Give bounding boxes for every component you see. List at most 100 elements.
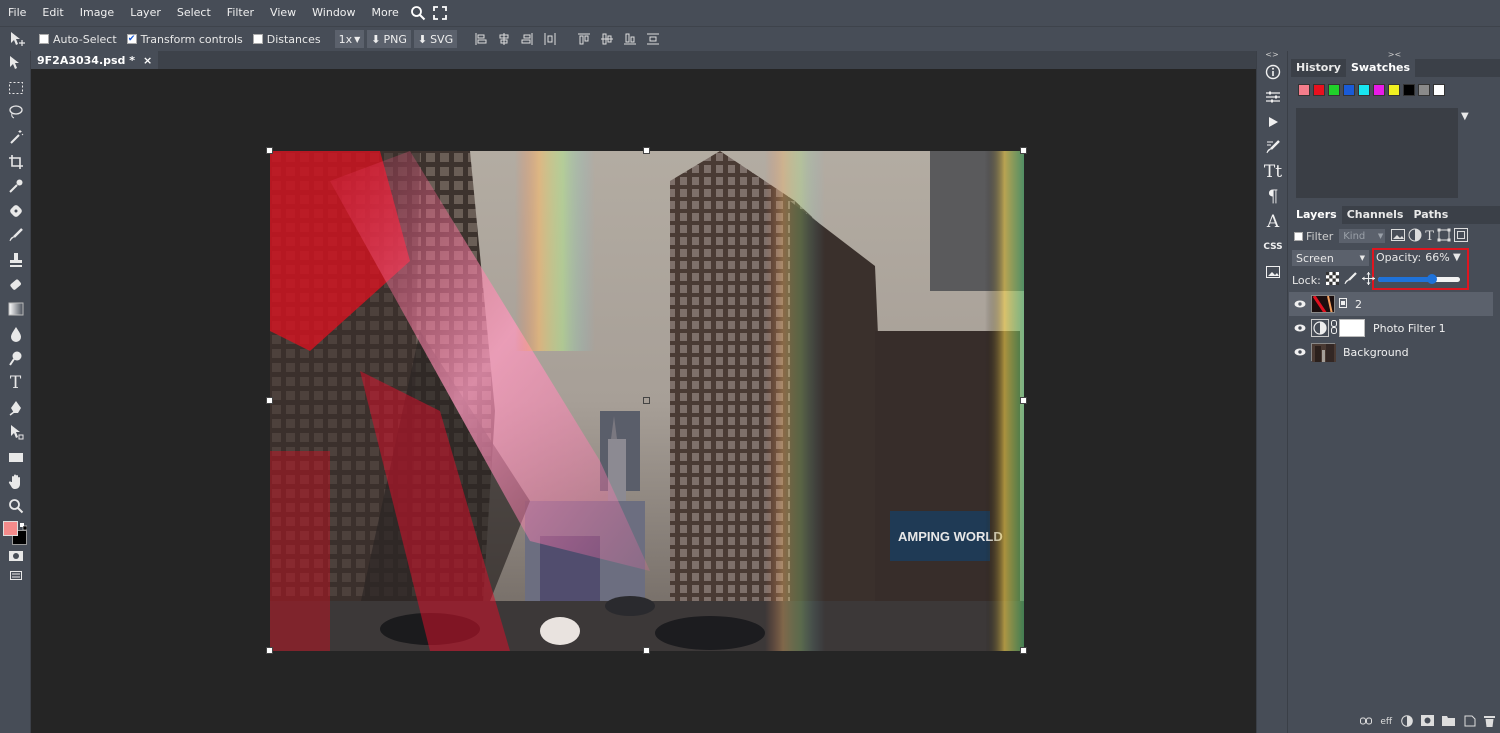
foreground-color-swatch[interactable]	[3, 521, 18, 537]
collapse-toggle[interactable]: ><	[1289, 51, 1500, 59]
transform-controls-checkbox[interactable]: ✔	[126, 34, 137, 44]
adjustment-layer-button-icon[interactable]	[1400, 714, 1413, 730]
panel-menu-icon[interactable]: ▼	[1461, 111, 1469, 122]
color-swatch[interactable]	[1388, 84, 1400, 96]
zoom-tool-icon[interactable]	[0, 494, 31, 519]
transform-handle[interactable]	[1020, 397, 1027, 404]
layer-row[interactable]: Photo Filter 1	[1289, 316, 1493, 340]
menu-layer[interactable]: Layer	[122, 0, 169, 26]
filter-smart-object-icon[interactable]	[1453, 227, 1468, 245]
transform-handle[interactable]	[643, 647, 650, 654]
color-picker[interactable]	[0, 518, 31, 546]
search-icon[interactable]	[407, 0, 429, 26]
opacity-control[interactable]: Opacity: 66%	[1376, 251, 1450, 264]
new-layer-icon[interactable]	[1464, 715, 1476, 730]
tab-channels[interactable]: Channels	[1342, 206, 1409, 224]
stamp-tool-icon[interactable]	[0, 248, 31, 273]
filter-kind-dropdown[interactable]: Kind ▼	[1339, 229, 1386, 243]
paragraph-icon[interactable]: ¶	[1257, 184, 1289, 209]
align-left-icon[interactable]	[471, 30, 491, 48]
blur-tool-icon[interactable]	[0, 322, 31, 347]
tab-layers[interactable]: Layers	[1291, 206, 1342, 224]
info-icon[interactable]	[1257, 59, 1289, 84]
color-swatch[interactable]	[1298, 84, 1310, 96]
layer-mask-thumbnail[interactable]	[1339, 319, 1365, 337]
swap-colors-icon[interactable]	[20, 520, 28, 531]
distribute-v-icon[interactable]	[643, 30, 663, 48]
lock-transparency-icon[interactable]	[1325, 272, 1339, 288]
tab-swatches[interactable]: Swatches	[1345, 59, 1416, 77]
color-swatch[interactable]	[1373, 84, 1385, 96]
distribute-h-icon[interactable]	[540, 30, 560, 48]
menu-view[interactable]: View	[262, 0, 304, 26]
color-swatch[interactable]	[1403, 84, 1415, 96]
filter-shape-icon[interactable]	[1437, 228, 1451, 245]
new-folder-icon[interactable]	[1442, 715, 1456, 729]
align-right-icon[interactable]	[517, 30, 537, 48]
history-list[interactable]	[1296, 108, 1458, 198]
menu-more[interactable]: More	[364, 0, 407, 26]
filter-type-icon[interactable]: T	[1425, 229, 1434, 244]
link-icon[interactable]	[1331, 319, 1337, 337]
collapse-toggle[interactable]: <>	[1257, 51, 1287, 59]
layer-effects-button[interactable]: eff	[1380, 717, 1392, 727]
color-swatch[interactable]	[1328, 84, 1340, 96]
crop-tool-icon[interactable]	[0, 149, 31, 174]
opacity-value[interactable]: 66%	[1425, 251, 1449, 264]
auto-select-option[interactable]: Auto-Select	[39, 33, 117, 46]
quick-mask-icon[interactable]	[0, 546, 31, 566]
css-icon[interactable]: CSS	[1257, 234, 1289, 259]
eye-visibility-icon[interactable]	[1289, 300, 1311, 308]
filter-adjustment-icon[interactable]	[1408, 228, 1422, 245]
canvas-area[interactable]: AMPING WORLD	[31, 69, 1256, 733]
add-mask-icon[interactable]	[1420, 715, 1434, 729]
pen-tool-icon[interactable]	[0, 395, 31, 420]
tab-paths[interactable]: Paths	[1408, 206, 1453, 224]
align-bottom-icon[interactable]	[620, 30, 640, 48]
menu-file[interactable]: File	[0, 0, 34, 26]
color-swatch[interactable]	[1313, 84, 1325, 96]
gradient-tool-icon[interactable]	[0, 297, 31, 322]
magic-wand-tool-icon[interactable]	[0, 125, 31, 150]
move-tool-icon[interactable]	[9, 31, 27, 47]
menu-window[interactable]: Window	[304, 0, 363, 26]
actions-play-icon[interactable]	[1257, 109, 1289, 134]
eye-visibility-icon[interactable]	[1289, 348, 1311, 356]
export-svg-button[interactable]: ⬇ SVG	[413, 30, 458, 48]
tab-history[interactable]: History	[1291, 59, 1346, 77]
path-select-tool-icon[interactable]	[0, 420, 31, 445]
transform-handle[interactable]	[1020, 647, 1027, 654]
color-swatch[interactable]	[1418, 84, 1430, 96]
healing-tool-icon[interactable]	[0, 199, 31, 224]
fullscreen-icon[interactable]	[429, 0, 451, 26]
transform-handle[interactable]	[1020, 147, 1027, 154]
zoom-dropdown[interactable]: 1x ▼	[334, 30, 365, 48]
brush-settings-icon[interactable]	[1257, 134, 1289, 159]
align-middle-icon[interactable]	[597, 30, 617, 48]
eye-visibility-icon[interactable]	[1289, 324, 1311, 332]
filter-pixel-icon[interactable]	[1391, 228, 1406, 244]
menu-filter[interactable]: Filter	[219, 0, 262, 26]
export-png-button[interactable]: ⬇ PNG	[367, 30, 411, 48]
align-top-icon[interactable]	[574, 30, 594, 48]
link-layers-icon[interactable]	[1360, 717, 1372, 728]
menu-select[interactable]: Select	[169, 0, 219, 26]
close-icon[interactable]: ×	[143, 54, 152, 67]
brush-tool-icon[interactable]	[0, 223, 31, 248]
opacity-dropdown-arrow[interactable]: ▼	[1453, 252, 1461, 263]
lasso-tool-icon[interactable]	[0, 100, 31, 125]
align-center-h-icon[interactable]	[494, 30, 514, 48]
screen-mode-icon[interactable]	[0, 566, 31, 584]
blend-mode-dropdown[interactable]: Screen ▼	[1292, 250, 1369, 266]
transform-controls-option[interactable]: ✔ Transform controls	[126, 33, 243, 46]
distances-checkbox[interactable]	[252, 34, 263, 44]
lock-pixels-brush-icon[interactable]	[1344, 272, 1357, 288]
transform-handle[interactable]	[266, 397, 273, 404]
transform-handle[interactable]	[266, 147, 273, 154]
color-swatch[interactable]	[1343, 84, 1355, 96]
text-tool-icon[interactable]: T	[0, 371, 31, 396]
image-icon[interactable]	[1257, 259, 1289, 284]
transform-center-handle[interactable]	[643, 397, 650, 404]
color-swatch[interactable]	[1358, 84, 1370, 96]
layer-row[interactable]: Background	[1289, 340, 1493, 364]
